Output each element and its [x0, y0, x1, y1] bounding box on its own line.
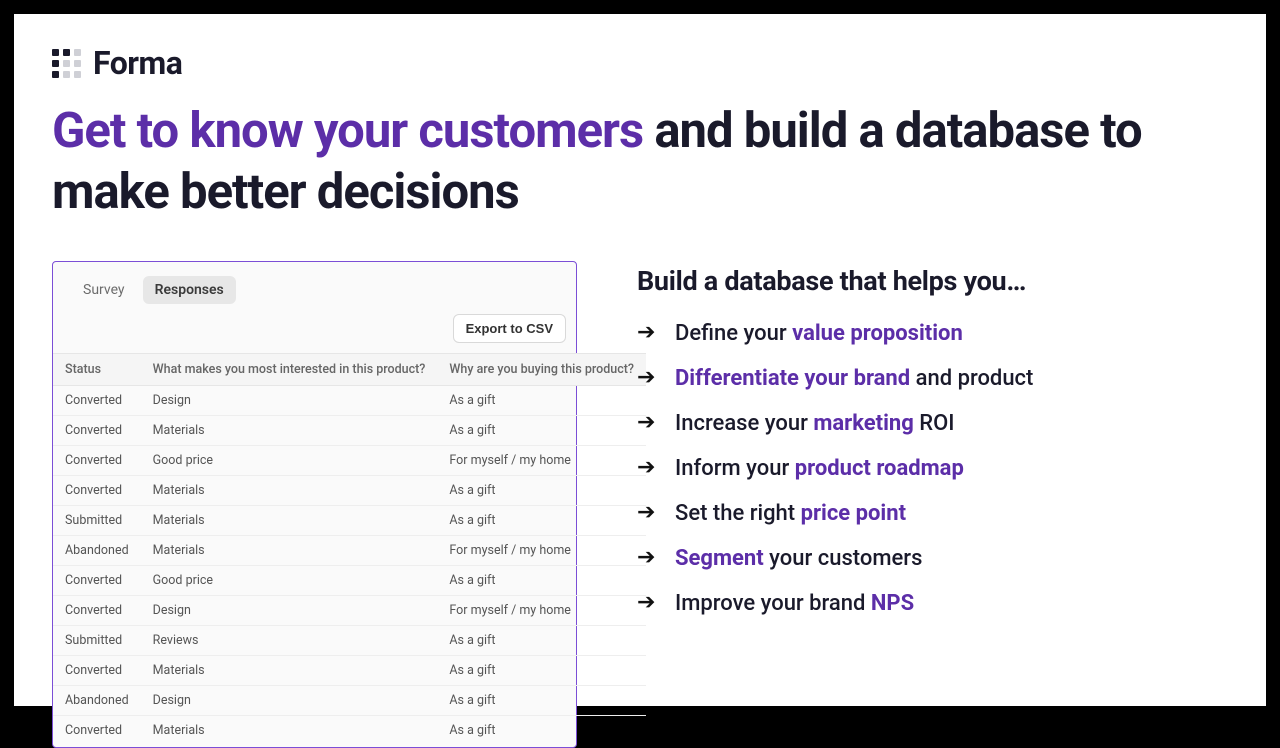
- list-item: ➔ Differentiate your brand and product: [637, 366, 1228, 391]
- list-item: ➔ Improve your brand NPS: [637, 591, 1228, 616]
- cell-q2: For myself / my home: [437, 595, 646, 625]
- cell-q2: As a gift: [437, 565, 646, 595]
- highlight: marketing: [813, 411, 913, 436]
- cell-q1: Materials: [141, 715, 438, 745]
- cell-status: Converted: [53, 655, 141, 685]
- bullet-text: Improve your brand NPS: [675, 591, 914, 616]
- logo-icon: [52, 49, 81, 78]
- benefits-title: Build a database that helps you…: [637, 265, 1228, 297]
- list-item: ➔ Increase your marketing ROI: [637, 411, 1228, 436]
- cell-status: Abandoned: [53, 685, 141, 715]
- highlight: NPS: [871, 591, 914, 616]
- cell-q1: Design: [141, 385, 438, 415]
- highlight: Differentiate your brand: [675, 366, 910, 391]
- responses-table: Status What makes you most interested in…: [53, 353, 646, 745]
- cell-status: Converted: [53, 595, 141, 625]
- table-row: ConvertedGood priceFor myself / my home: [53, 445, 646, 475]
- export-csv-button[interactable]: Export to CSV: [453, 314, 566, 343]
- arrow-icon: ➔: [637, 412, 657, 434]
- cell-status: Submitted: [53, 625, 141, 655]
- cell-status: Converted: [53, 475, 141, 505]
- panel-tabs: Survey Responses: [53, 262, 576, 308]
- table-row: AbandonedMaterialsFor myself / my home: [53, 535, 646, 565]
- arrow-icon: ➔: [637, 457, 657, 479]
- table-row: ConvertedMaterialsAs a gift: [53, 655, 646, 685]
- table-row: ConvertedMaterialsAs a gift: [53, 715, 646, 745]
- list-item: ➔ Inform your product roadmap: [637, 456, 1228, 481]
- cell-q2: For myself / my home: [437, 535, 646, 565]
- bullet-text: Define your value proposition: [675, 321, 963, 346]
- list-item: ➔ Define your value proposition: [637, 321, 1228, 346]
- cell-q1: Materials: [141, 535, 438, 565]
- cell-status: Converted: [53, 715, 141, 745]
- bullet-text: Increase your marketing ROI: [675, 411, 955, 436]
- cell-q2: For myself / my home: [437, 445, 646, 475]
- col-status: Status: [53, 353, 141, 385]
- cell-q1: Design: [141, 685, 438, 715]
- cell-q2: As a gift: [437, 685, 646, 715]
- benefits-list: ➔ Define your value proposition ➔ Different…: [637, 321, 1228, 616]
- cell-q1: Good price: [141, 565, 438, 595]
- page-title: Get to know your customers and build a d…: [52, 100, 1152, 223]
- list-item: ➔ Set the right price point: [637, 501, 1228, 526]
- cell-q2: As a gift: [437, 655, 646, 685]
- cell-q2: As a gift: [437, 625, 646, 655]
- cell-q2: As a gift: [437, 505, 646, 535]
- bullet-text: Inform your product roadmap: [675, 456, 964, 481]
- hero-lead: Get to know your customers: [52, 102, 643, 159]
- bullet-text: Differentiate your brand and product: [675, 366, 1033, 391]
- arrow-icon: ➔: [637, 367, 657, 389]
- table-row: ConvertedGood priceAs a gift: [53, 565, 646, 595]
- cell-q2: As a gift: [437, 475, 646, 505]
- cell-q1: Materials: [141, 415, 438, 445]
- bullet-text: Set the right price point: [675, 501, 906, 526]
- col-q1: What makes you most interested in this p…: [141, 353, 438, 385]
- cell-q1: Materials: [141, 505, 438, 535]
- highlight: value proposition: [792, 321, 963, 346]
- table-row: SubmittedReviewsAs a gift: [53, 625, 646, 655]
- cell-q1: Materials: [141, 475, 438, 505]
- cell-q1: Reviews: [141, 625, 438, 655]
- export-row: Export to CSV: [53, 308, 576, 353]
- arrow-icon: ➔: [637, 547, 657, 569]
- arrow-icon: ➔: [637, 592, 657, 614]
- cell-status: Submitted: [53, 505, 141, 535]
- slide: Forma Get to know your customers and bui…: [14, 14, 1266, 706]
- cell-q2: As a gift: [437, 715, 646, 745]
- table-row: ConvertedMaterialsAs a gift: [53, 475, 646, 505]
- content-columns: Survey Responses Export to CSV Status Wh…: [52, 261, 1228, 748]
- table-row: AbandonedDesignAs a gift: [53, 685, 646, 715]
- responses-panel: Survey Responses Export to CSV Status Wh…: [52, 261, 577, 748]
- tab-responses[interactable]: Responses: [143, 276, 236, 304]
- list-item: ➔ Segment your customers: [637, 546, 1228, 571]
- highlight: product roadmap: [795, 456, 964, 481]
- cell-status: Converted: [53, 565, 141, 595]
- cell-status: Abandoned: [53, 535, 141, 565]
- benefits-column: Build a database that helps you… ➔ Define…: [637, 261, 1228, 748]
- bullet-text: Segment your customers: [675, 546, 922, 571]
- arrow-icon: ➔: [637, 322, 657, 344]
- arrow-icon: ➔: [637, 502, 657, 524]
- cell-q2: As a gift: [437, 415, 646, 445]
- cell-q1: Materials: [141, 655, 438, 685]
- brand-name: Forma: [93, 44, 182, 82]
- col-q2: Why are you buying this product?: [437, 353, 646, 385]
- cell-status: Converted: [53, 415, 141, 445]
- cell-status: Converted: [53, 445, 141, 475]
- cell-q1: Design: [141, 595, 438, 625]
- table-row: ConvertedMaterialsAs a gift: [53, 415, 646, 445]
- cell-q2: As a gift: [437, 385, 646, 415]
- highlight: price point: [801, 501, 906, 526]
- cell-q1: Good price: [141, 445, 438, 475]
- brand-logo: Forma: [52, 44, 1228, 82]
- tab-survey[interactable]: Survey: [71, 276, 137, 304]
- cell-status: Converted: [53, 385, 141, 415]
- table-row: ConvertedDesignAs a gift: [53, 385, 646, 415]
- table-row: ConvertedDesignFor myself / my home: [53, 595, 646, 625]
- table-row: SubmittedMaterialsAs a gift: [53, 505, 646, 535]
- highlight: Segment: [675, 546, 764, 571]
